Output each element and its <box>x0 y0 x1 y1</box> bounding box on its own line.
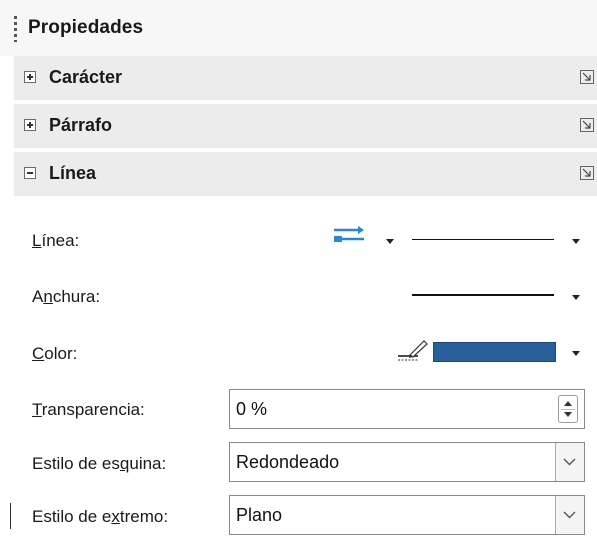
line-width-label: Anchura: <box>32 287 101 306</box>
chevron-down-icon[interactable] <box>572 295 580 300</box>
line-width-select[interactable] <box>409 285 557 307</box>
section-label: Carácter <box>49 67 123 87</box>
cap-style-label: Estilo de extremo: <box>32 507 169 526</box>
more-options-icon[interactable] <box>580 70 594 84</box>
line-color-label: Color: <box>32 344 78 363</box>
minus-box-icon[interactable] <box>24 167 36 179</box>
section-paragraph[interactable]: Párrafo <box>14 104 597 148</box>
corner-style-select[interactable]: Redondeado <box>229 442 585 482</box>
cap-style-select[interactable]: Plano <box>229 495 585 535</box>
line-style-label: Línea: <box>32 231 80 250</box>
transparency-value: 0 % <box>236 399 268 419</box>
chevron-down-icon <box>563 511 576 519</box>
panel-title: Propiedades <box>28 17 144 38</box>
chevron-down-icon[interactable] <box>572 239 580 244</box>
properties-panel: Propiedades Carácter Párrafo Línea Línea… <box>0 0 597 546</box>
chevron-down-icon <box>563 458 576 466</box>
corner-style-value: Redondeado <box>236 452 340 472</box>
plus-box-icon[interactable] <box>24 119 36 131</box>
more-options-icon[interactable] <box>580 118 594 132</box>
chevron-down-icon[interactable] <box>386 239 394 244</box>
section-character[interactable]: Carácter <box>14 56 597 100</box>
spin-button-icon[interactable] <box>558 395 578 423</box>
section-label: Línea <box>49 163 97 183</box>
cap-style-value: Plano <box>236 505 283 525</box>
line-style-select[interactable] <box>409 229 557 251</box>
panel-title-bar: Propiedades <box>0 0 597 56</box>
divider <box>10 503 11 529</box>
corner-style-dropdown-button[interactable] <box>555 443 584 481</box>
more-options-icon[interactable] <box>580 166 594 180</box>
plus-box-icon[interactable] <box>24 71 36 83</box>
drag-grip-icon[interactable] <box>14 16 17 42</box>
line-color-select[interactable] <box>433 342 556 362</box>
transparency-field[interactable]: 0 % <box>229 389 585 429</box>
section-label: Párrafo <box>49 115 113 135</box>
transparency-label: Transparencia: <box>32 400 145 419</box>
arrow-style-icon[interactable] <box>332 224 368 248</box>
section-line[interactable]: Línea <box>14 152 597 196</box>
chevron-down-icon[interactable] <box>572 351 580 356</box>
corner-style-label: Estilo de esquina: <box>32 454 167 473</box>
cap-style-dropdown-button[interactable] <box>555 496 584 534</box>
line-color-icon[interactable] <box>396 338 430 368</box>
